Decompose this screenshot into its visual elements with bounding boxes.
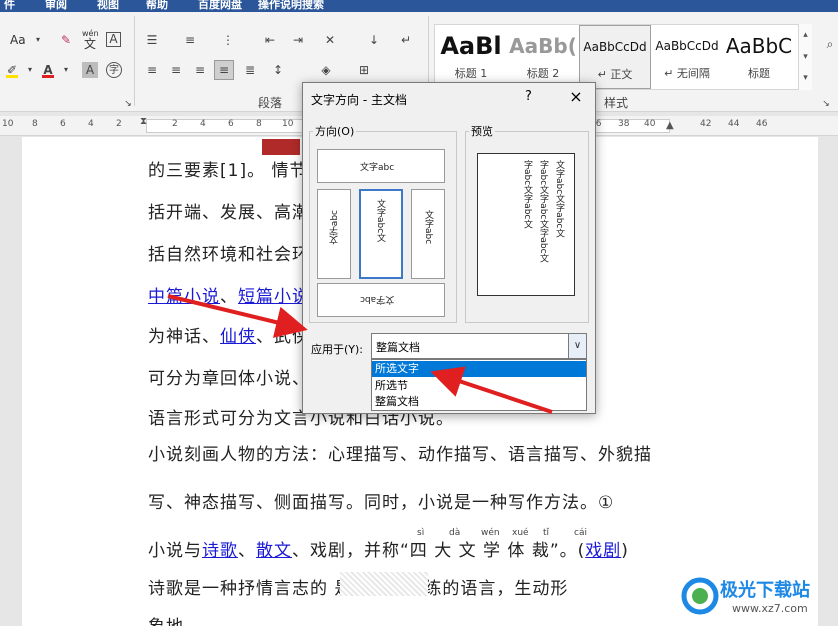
watermark-url: www.xz7.com — [732, 602, 808, 615]
arrow-icon — [167, 294, 308, 338]
watermark: 极光下载站 www.xz7.com — [680, 572, 830, 622]
watermark-brand: 极光下载站 — [720, 580, 810, 601]
brand-logo-icon — [681, 577, 719, 615]
arrow-icon — [430, 366, 553, 414]
annotation-layer — [167, 294, 553, 414]
